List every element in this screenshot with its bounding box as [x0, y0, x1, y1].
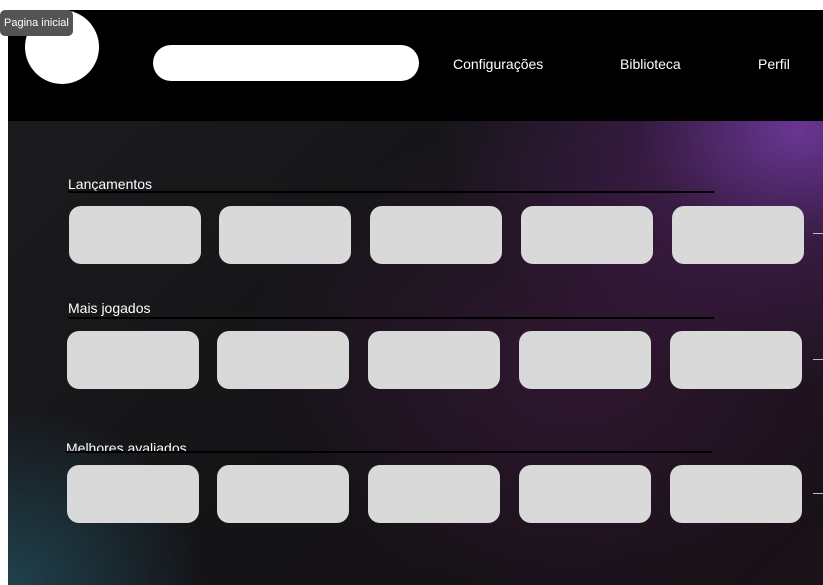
game-card[interactable] [519, 331, 651, 389]
game-card[interactable] [67, 331, 199, 389]
game-card[interactable] [670, 465, 802, 523]
section-divider [66, 451, 712, 453]
nav-link-perfil[interactable]: Perfil [758, 56, 790, 72]
game-card[interactable] [368, 331, 500, 389]
search-input[interactable] [153, 45, 419, 81]
game-card[interactable] [217, 465, 349, 523]
game-card[interactable] [67, 465, 199, 523]
main-content: Lançamentos Mais jogados Melhores avalia… [8, 121, 823, 585]
row-scroll-indicator[interactable] [813, 359, 823, 360]
section-title-mais-jogados: Mais jogados [68, 300, 151, 316]
game-card[interactable] [219, 206, 351, 264]
game-card[interactable] [69, 206, 201, 264]
app-frame: Configurações Biblioteca Perfil Lançamen… [8, 10, 823, 585]
section-divider [68, 191, 714, 193]
game-card[interactable] [672, 206, 804, 264]
game-card[interactable] [370, 206, 502, 264]
game-card[interactable] [368, 465, 500, 523]
game-card[interactable] [670, 331, 802, 389]
top-header: Configurações Biblioteca Perfil [8, 10, 823, 121]
nav-link-configuracoes[interactable]: Configurações [453, 56, 543, 72]
game-card[interactable] [217, 331, 349, 389]
section-divider [68, 317, 714, 319]
game-card[interactable] [519, 465, 651, 523]
nav-link-biblioteca[interactable]: Biblioteca [620, 56, 681, 72]
row-scroll-indicator[interactable] [813, 233, 823, 234]
home-tooltip: Pagina inicial [0, 10, 73, 36]
row-scroll-indicator[interactable] [813, 493, 823, 494]
game-card[interactable] [521, 206, 653, 264]
section-title-melhores-avaliados: Melhores avaliados [66, 440, 187, 456]
section-title-lancamentos: Lançamentos [68, 176, 153, 192]
